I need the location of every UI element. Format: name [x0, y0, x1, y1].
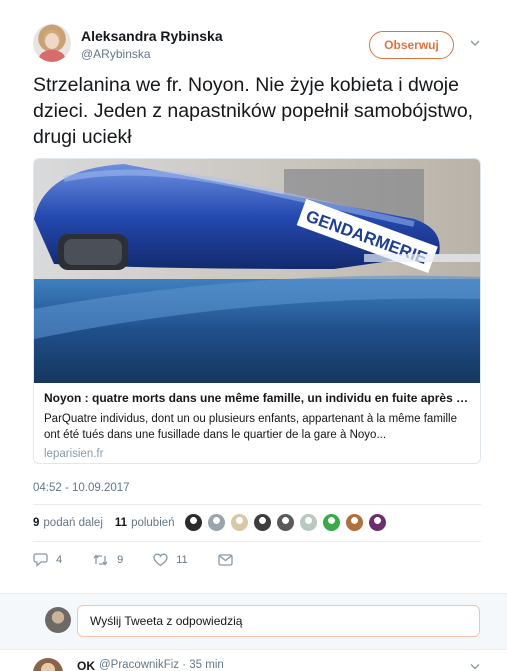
- likers-avatars: [184, 513, 391, 532]
- retweets-stat[interactable]: 9 podań dalej: [33, 517, 103, 529]
- liker-avatar[interactable]: [184, 513, 203, 532]
- link-card[interactable]: GENDARMERIE Noyon : quatre morts dans un…: [33, 158, 481, 464]
- next-tweet-name[interactable]: OK: [77, 659, 95, 671]
- card-domain: leparisien.fr: [44, 448, 104, 460]
- envelope-icon: [218, 554, 233, 566]
- reply-count: 4: [56, 554, 63, 566]
- liker-avatar[interactable]: [230, 513, 249, 532]
- retweet-action[interactable]: 9: [92, 553, 123, 567]
- card-description: ParQuatre individus, dont un ou plusieur…: [44, 413, 457, 441]
- liker-avatar[interactable]: [299, 513, 318, 532]
- next-tweet-meta: @PracownikFiz · 35 min: [99, 659, 224, 671]
- retweet-icon: [93, 554, 108, 566]
- retweets-label: podań dalej: [43, 517, 103, 529]
- avatar-body: [39, 50, 65, 62]
- next-tweet[interactable]: OK @PracownikFiz · 35 min: [0, 649, 507, 671]
- liker-avatar[interactable]: [207, 513, 226, 532]
- author-avatar[interactable]: [33, 24, 71, 62]
- reply-icon: [33, 553, 48, 567]
- like-action[interactable]: 11: [153, 553, 188, 567]
- liker-avatar[interactable]: [276, 513, 295, 532]
- card-title[interactable]: Noyon : quatre morts dans une même famil…: [44, 391, 470, 405]
- avatar-face: [45, 33, 59, 49]
- liker-avatar[interactable]: [345, 513, 364, 532]
- tweet-header: Aleksandra Rybinska @ARybinska Obserwuj: [33, 24, 491, 64]
- reply-input[interactable]: Wyślij Tweeta z odpowiedzią: [77, 605, 480, 637]
- card-body: Noyon : quatre morts dans une même famil…: [44, 391, 470, 460]
- author-handle[interactable]: @ARybinska: [81, 47, 151, 61]
- like-count: 11: [176, 554, 188, 566]
- tweet-stats: 9 podań dalej 11 polubień: [33, 517, 187, 529]
- tweet-text: Strzelanina we fr. Noyon. Nie żyje kobie…: [33, 74, 474, 148]
- tweet-actions: 4 9 11: [33, 553, 271, 567]
- liker-avatar[interactable]: [322, 513, 341, 532]
- follow-button[interactable]: Obserwuj: [369, 31, 454, 59]
- next-tweet-avatar[interactable]: [33, 658, 63, 671]
- reply-area: Wyślij Tweeta z odpowiedzią: [0, 593, 507, 649]
- chevron-down-icon[interactable]: [470, 38, 480, 48]
- likes-stat[interactable]: 11 polubień: [115, 517, 175, 529]
- tweet-timestamp[interactable]: 04:52 - 10.09.2017: [33, 482, 130, 494]
- reply-action[interactable]: 4: [33, 553, 62, 567]
- divider: [33, 541, 481, 542]
- liker-avatar[interactable]: [253, 513, 272, 532]
- message-action[interactable]: [218, 554, 241, 566]
- chevron-down-icon[interactable]: [470, 663, 480, 671]
- retweets-count: 9: [33, 517, 40, 529]
- retweet-count: 9: [117, 554, 124, 566]
- liker-avatar[interactable]: [368, 513, 387, 532]
- user-avatar: [45, 607, 71, 633]
- heart-icon: [153, 553, 168, 567]
- likes-label: polubień: [131, 517, 175, 529]
- author-name[interactable]: Aleksandra Rybinska: [81, 28, 223, 44]
- card-image: GENDARMERIE: [34, 159, 480, 383]
- likes-count: 11: [114, 517, 128, 529]
- divider: [33, 504, 481, 505]
